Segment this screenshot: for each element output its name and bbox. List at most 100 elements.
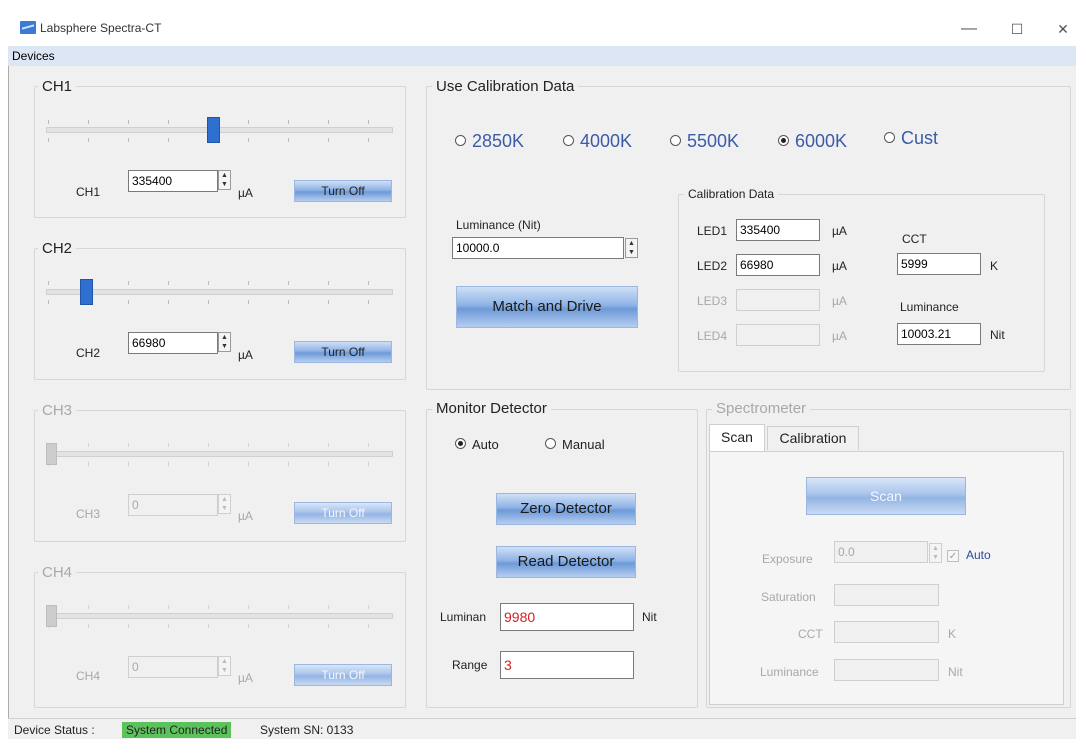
saturation-input (834, 584, 939, 606)
ch2-slider-thumb[interactable] (79, 279, 93, 305)
minimize-icon[interactable]: — (954, 18, 984, 40)
ch1-ticks-top (48, 120, 392, 126)
ch3-spinner: ▲ ▼ (218, 494, 231, 514)
ch2-value-input[interactable]: 66980 (128, 332, 218, 354)
led1-unit: µA (832, 224, 847, 238)
radio-2850k-label: 2850K (472, 131, 525, 151)
monitor-auto-label: Auto (472, 437, 499, 452)
ch4-slider-thumb (46, 605, 57, 627)
ch4-group-label: CH4 (38, 564, 77, 581)
spec-cct-unit: K (948, 627, 957, 641)
luminance-nit-input[interactable]: 10000.0 (452, 237, 624, 259)
monitor-manual-radio[interactable]: Manual (545, 437, 605, 452)
spec-luminance-unit: Nit (948, 665, 963, 679)
tab-calibration[interactable]: Calibration (767, 426, 859, 450)
ch1-value-input[interactable]: 335400 (128, 170, 218, 192)
radio-circle-5500k[interactable] (670, 134, 681, 146)
led3-label: LED3 (697, 294, 728, 308)
ch3-slider-track (46, 451, 393, 457)
tab-scan[interactable]: Scan (709, 424, 765, 452)
calibration-group-label: Use Calibration Data (432, 78, 579, 95)
spectrometer-label: Spectrometer (712, 400, 811, 417)
ch2-ticks-top (48, 281, 392, 287)
ch2-spinner[interactable]: ▲ ▼ (218, 332, 231, 352)
radio-5500k[interactable]: 5500K (670, 131, 739, 152)
scan-button: Scan (806, 477, 966, 515)
read-detector-button[interactable]: Read Detector (496, 546, 636, 578)
ch3-label: CH3 (76, 507, 101, 521)
device-status-label: Device Status : (14, 723, 95, 737)
monitor-auto-radio[interactable]: Auto (455, 437, 499, 452)
cal-cct-unit: K (990, 259, 999, 273)
cal-cct-input: 5999 (897, 253, 981, 275)
monitor-auto-circle[interactable] (455, 438, 466, 450)
led2-input[interactable]: 66980 (736, 254, 820, 276)
exposure-spinner: ▲ ▼ (929, 543, 942, 563)
radio-circle-2850k[interactable] (455, 134, 466, 146)
spec-luminance-input (834, 659, 939, 681)
luminan-value: 9980 (500, 603, 634, 631)
led4-label: LED4 (697, 329, 728, 343)
radio-circle-6000k[interactable] (778, 134, 789, 146)
cal-cct-label: CCT (902, 232, 927, 246)
range-label: Range (452, 658, 488, 672)
led1-label: LED1 (697, 224, 728, 238)
connection-status-badge: System Connected (122, 722, 232, 738)
ch1-spinner[interactable]: ▲ ▼ (218, 170, 231, 190)
ch2-unit: µA (238, 348, 253, 362)
ch1-group-label: CH1 (38, 78, 77, 95)
ch4-slider-track (46, 613, 393, 619)
ch1-slider-thumb[interactable] (206, 117, 220, 143)
monitor-manual-circle[interactable] (545, 438, 556, 450)
radio-circle-cust[interactable] (884, 131, 895, 143)
luminance-nit-spinner[interactable]: ▲ ▼ (625, 238, 638, 258)
status-bar: Device Status : System Connected System … (8, 718, 1076, 739)
ch3-turn-off-button: Turn Off (294, 502, 392, 524)
exposure-label: Exposure (762, 552, 813, 566)
radio-cust-label: Cust (901, 128, 939, 148)
radio-cust[interactable]: Cust (884, 128, 938, 149)
radio-6000k[interactable]: 6000K (778, 131, 847, 152)
ch1-label: CH1 (76, 185, 101, 199)
luminance-nit-label: Luminance (Nit) (456, 218, 541, 232)
ch2-ticks-bottom (48, 300, 392, 306)
radio-circle-4000k[interactable] (563, 134, 574, 146)
title-bar: Labsphere Spectra-CT — ☐ ✕ (8, 8, 1076, 46)
calibration-data-label: Calibration Data (684, 187, 779, 201)
ch4-value-input: 0 (128, 656, 218, 678)
ch4-label: CH4 (76, 669, 101, 683)
calibration-data-group (678, 194, 1045, 372)
ch3-ticks-bottom (48, 462, 392, 468)
exposure-input: 0.0 (834, 541, 928, 563)
ch3-value-input: 0 (128, 494, 218, 516)
led3-unit: µA (832, 294, 847, 308)
ch1-turn-off-button[interactable]: Turn Off (294, 180, 392, 202)
cal-luminance-unit: Nit (990, 328, 1005, 342)
monitor-detector-label: Monitor Detector (432, 400, 551, 417)
led4-input (736, 324, 820, 346)
ch2-turn-off-button[interactable]: Turn Off (294, 341, 392, 363)
zero-detector-button[interactable]: Zero Detector (496, 493, 636, 525)
ch2-label: CH2 (76, 346, 101, 360)
led2-label: LED2 (697, 259, 728, 273)
ch3-group-label: CH3 (38, 402, 77, 419)
ch2-slider-track[interactable] (46, 289, 393, 295)
led1-input[interactable]: 335400 (736, 219, 820, 241)
radio-4000k-label: 4000K (580, 131, 633, 151)
maximize-icon[interactable]: ☐ (1002, 18, 1032, 40)
menu-devices[interactable]: Devices (12, 49, 55, 63)
ch3-ticks-top (48, 443, 392, 449)
auto-checkbox: ✓ (947, 550, 959, 562)
ch3-slider-thumb (46, 443, 57, 465)
system-sn: System SN: 0133 (260, 723, 354, 737)
radio-4000k[interactable]: 4000K (563, 131, 632, 152)
close-icon[interactable]: ✕ (1048, 18, 1076, 40)
ch1-unit: µA (238, 186, 253, 200)
radio-2850k[interactable]: 2850K (455, 131, 524, 152)
auto-checkbox-label: Auto (966, 548, 991, 562)
ch4-group (34, 572, 406, 708)
match-and-drive-button[interactable]: Match and Drive (456, 286, 638, 328)
ch4-unit: µA (238, 671, 253, 685)
led3-input (736, 289, 820, 311)
ch1-ticks-bottom (48, 138, 392, 144)
